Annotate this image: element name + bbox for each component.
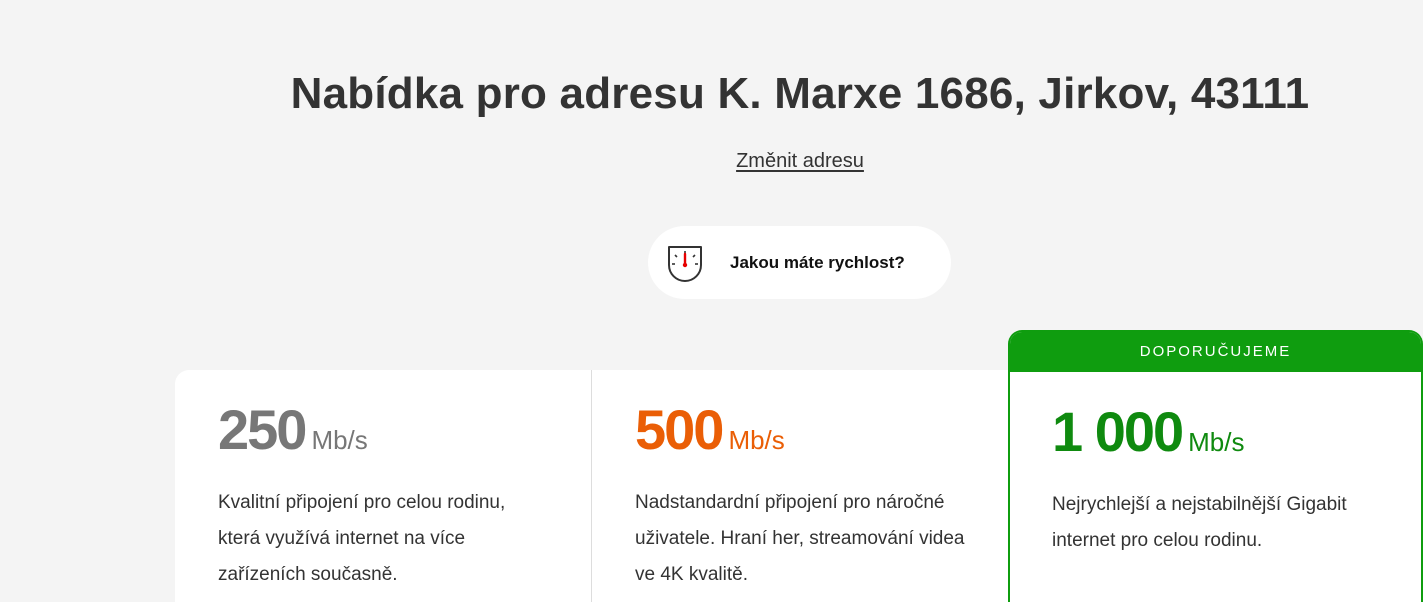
speedometer-icon <box>663 241 707 285</box>
plan-speed: 1 000 Mb/s <box>1052 398 1244 466</box>
plan-cards: 250 Mb/s Kvalitní připojení pro celou ro… <box>175 330 1423 602</box>
plan-speed-unit: Mb/s <box>1188 427 1245 457</box>
plan-speed-unit: Mb/s <box>311 425 368 455</box>
plan-card-500[interactable]: 500 Mb/s Nadstandardní připojení pro nár… <box>592 370 1009 602</box>
recommended-badge: DOPORUČUJEME <box>1010 332 1421 372</box>
plan-speed: 250 Mb/s <box>218 396 368 464</box>
page-title: Nabídka pro adresu K. Marxe 1686, Jirkov… <box>290 69 1310 118</box>
speed-check-label: Jakou máte rychlost? <box>730 252 905 272</box>
speed-check-button[interactable]: Jakou máte rychlost? <box>648 226 951 299</box>
plan-speed: 500 Mb/s <box>635 396 785 464</box>
plan-description: Kvalitní připojení pro celou rodinu, kte… <box>218 492 506 585</box>
plan-speed-value: 250 <box>218 398 307 461</box>
plan-speed-value: 1 000 <box>1052 400 1184 463</box>
plan-card-250[interactable]: 250 Mb/s Kvalitní připojení pro celou ro… <box>175 370 592 602</box>
plan-description: Nejrychlejší a nejstabilnější Gigabit in… <box>1052 494 1347 551</box>
plan-description: Nadstandardní připojení pro náročné uživ… <box>635 492 965 585</box>
plan-speed-value: 500 <box>635 398 724 461</box>
plan-speed-unit: Mb/s <box>728 425 785 455</box>
plan-card-1000[interactable]: DOPORUČUJEME 1 000 Mb/s Nejrychlejší a n… <box>1008 330 1423 602</box>
change-address-link[interactable]: Změnit adresu <box>0 148 1423 174</box>
